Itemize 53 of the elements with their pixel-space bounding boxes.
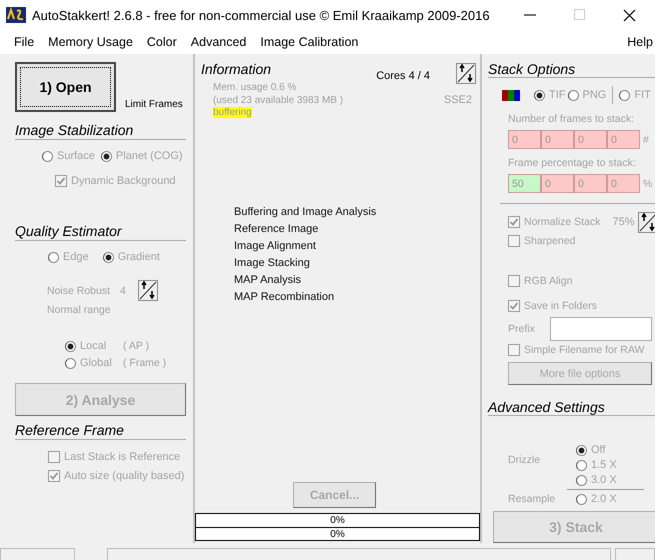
checkmark-icon <box>56 176 66 186</box>
arrows-diagonal-icon[interactable] <box>456 63 476 84</box>
checkmark-icon <box>509 301 519 311</box>
section-title: Quality Estimator <box>15 223 122 239</box>
percentage-label: Frame percentage to stack: <box>508 157 636 169</box>
noise-label: Noise Robust <box>47 284 110 296</box>
normalize-value: 75% <box>612 216 634 228</box>
section-title: Information <box>201 61 272 77</box>
arrows-diagonal-icon[interactable] <box>638 212 655 232</box>
section-title: Stack Options <box>488 61 576 77</box>
progress-label: 0% <box>330 515 345 526</box>
drizzle-label: Drizzle <box>507 454 542 466</box>
checkmark-icon <box>49 471 59 481</box>
app-logo-icon <box>6 7 26 23</box>
section-title: Reference Frame <box>15 422 124 438</box>
step-label: MAP Analysis <box>234 274 302 286</box>
arrows-diagonal-icon[interactable] <box>138 280 158 301</box>
step-label: Image Alignment <box>234 240 316 252</box>
resample-label: Resample <box>507 493 556 505</box>
menu-item[interactable]: Help <box>620 35 655 49</box>
frames-label: Number of frames to stack: <box>508 113 634 125</box>
menu-item[interactable]: Memory Usage <box>41 35 140 49</box>
memory-usage: Mem. usage 0.6 % <box>213 82 298 94</box>
section-title: Image Stabilization <box>15 122 134 138</box>
menu-item[interactable]: Image Calibration <box>253 35 366 49</box>
rgb-bars-icon <box>502 90 520 100</box>
close-icon[interactable] <box>623 8 636 22</box>
menu-item[interactable]: Color <box>140 35 184 49</box>
status-panel <box>615 548 655 560</box>
noise-value: 4 <box>120 284 126 296</box>
window-title: AutoStakkert! 2.6.8 - free for non-commercial use © Emil Kraaikamp 2009-2016 <box>32 8 491 22</box>
step-label: Buffering and Image Analysis <box>234 206 376 218</box>
unit-label: % <box>643 178 652 190</box>
checkmark-icon <box>509 217 519 227</box>
open-button[interactable]: 1) Open <box>15 62 116 112</box>
step-label: MAP Recombination <box>234 290 334 302</box>
cores-label: Cores 4 / 4 <box>376 70 430 82</box>
memory-detail: (used 23 available 3983 MB ) <box>213 94 344 107</box>
progress-label: 0% <box>330 528 345 540</box>
limit-frames-label: Limit Frames <box>125 99 183 110</box>
radio-note: ( Frame ) <box>123 357 166 369</box>
menu-item[interactable]: File <box>7 35 42 49</box>
step-label: Image Stacking <box>234 256 310 268</box>
range-label: Normal range <box>47 304 111 316</box>
cpu-label: SSE2 <box>444 94 472 108</box>
step-label: Reference Image <box>234 222 318 234</box>
menu-item[interactable]: Advanced <box>184 35 254 49</box>
section-title: Advanced Settings <box>488 399 605 415</box>
status-label: buffering <box>213 107 252 118</box>
radio-note: ( AP ) <box>123 340 150 352</box>
unit-label: # <box>643 134 649 146</box>
prefix-label: Prefix <box>508 323 536 335</box>
prefix-field[interactable] <box>550 317 652 341</box>
